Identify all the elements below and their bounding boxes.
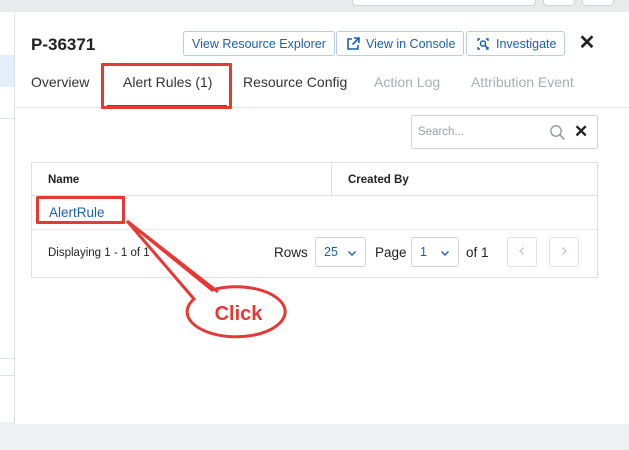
- record-title: P-36371: [31, 35, 96, 54]
- background-selected-row: [0, 55, 14, 87]
- chevron-down-icon: [440, 247, 450, 261]
- background-divider: [0, 358, 14, 359]
- rows-per-page-select[interactable]: 25: [315, 237, 366, 267]
- table-header: Name Created By: [32, 163, 597, 196]
- investigate-label: Investigate: [496, 36, 557, 51]
- page-label: Page: [375, 245, 407, 260]
- alert-rule-link[interactable]: AlertRule: [49, 205, 105, 220]
- tab-resource-config[interactable]: Resource Config: [243, 74, 347, 90]
- chevron-left-icon: [517, 243, 527, 261]
- background-divider: [0, 375, 14, 376]
- table-row[interactable]: AlertRule: [32, 196, 597, 230]
- total-pages-label: of 1: [466, 245, 489, 260]
- view-in-console-button[interactable]: View in Console: [336, 31, 465, 56]
- previous-page-button[interactable]: [507, 237, 537, 267]
- external-link-icon: [345, 36, 361, 52]
- pagination-footer: Displaying 1 - 1 of 1 Rows 25 Page 1 of …: [32, 230, 597, 277]
- background-divider: [0, 118, 14, 119]
- tab-overview[interactable]: Overview: [31, 74, 89, 90]
- search-input[interactable]: [418, 123, 546, 141]
- background-button: [543, 0, 575, 6]
- investigate-icon: [475, 36, 491, 52]
- page-value: 1: [420, 245, 427, 259]
- page-select[interactable]: 1: [411, 237, 459, 267]
- active-tab-indicator: [107, 105, 227, 107]
- search-box: ✕: [411, 115, 598, 149]
- details-drawer: P-36371 View Resource Explorer View in C…: [14, 12, 629, 424]
- clear-search-icon[interactable]: ✕: [574, 122, 588, 142]
- next-page-button[interactable]: [549, 237, 579, 267]
- tab-action-log: Action Log: [374, 74, 441, 90]
- rows-per-page-value: 25: [324, 245, 338, 259]
- displaying-count: Displaying 1 - 1 of 1: [48, 247, 150, 259]
- alert-rules-table: Name Created By AlertRule Displaying 1 -…: [31, 162, 598, 278]
- view-resource-explorer-button[interactable]: View Resource Explorer: [183, 31, 335, 56]
- view-resource-explorer-label: View Resource Explorer: [192, 36, 326, 51]
- view-in-console-label: View in Console: [366, 36, 456, 51]
- chevron-right-icon: [559, 243, 569, 261]
- investigate-button[interactable]: Investigate: [466, 31, 566, 56]
- chevron-down-icon: [347, 247, 357, 261]
- column-divider: [331, 163, 332, 196]
- search-icon[interactable]: [549, 124, 566, 146]
- close-icon[interactable]: ✕: [578, 32, 596, 54]
- click-callout-text: Click: [214, 303, 263, 325]
- background-button: [582, 0, 614, 6]
- column-header-created-by[interactable]: Created By: [348, 174, 409, 186]
- tab-attribution-event: Attribution Event: [471, 74, 574, 90]
- background-search-box: [352, 0, 536, 6]
- rows-label: Rows: [274, 245, 308, 260]
- column-header-name[interactable]: Name: [48, 174, 79, 186]
- tab-alert-rules[interactable]: Alert Rules (1): [123, 74, 212, 90]
- tab-bar: Overview Alert Rules (1) Resource Config…: [15, 64, 629, 108]
